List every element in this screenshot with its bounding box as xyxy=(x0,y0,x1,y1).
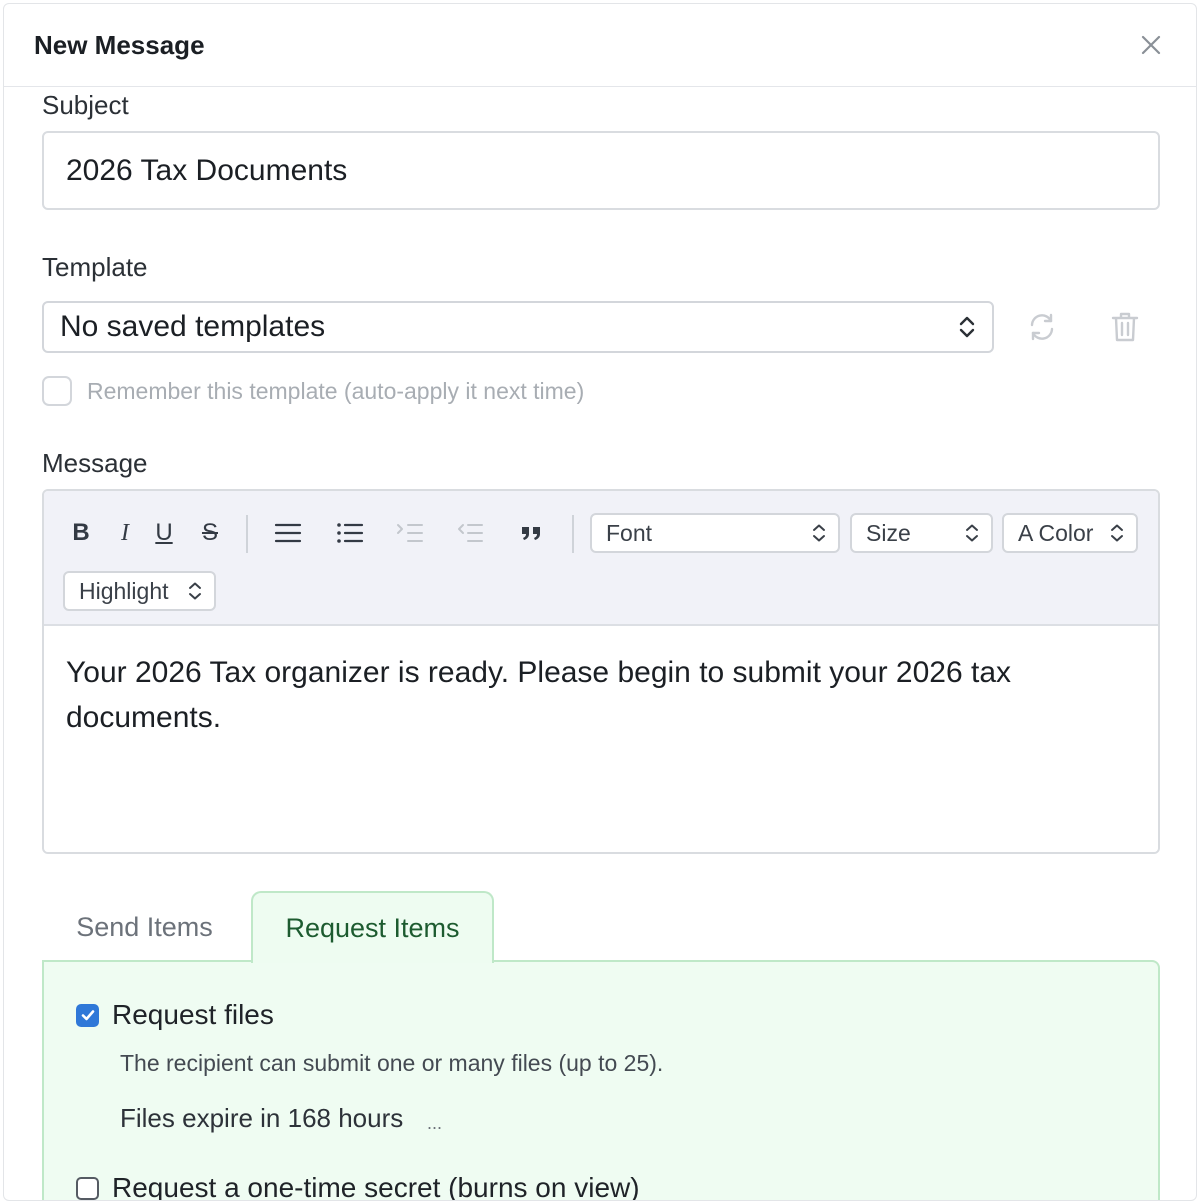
toolbar-divider xyxy=(246,515,248,553)
subject-label: Subject xyxy=(42,90,129,120)
remember-template-label: Remember this template (auto-apply it ne… xyxy=(87,377,585,404)
refresh-icon[interactable] xyxy=(1024,309,1060,345)
request-files-checkbox[interactable] xyxy=(76,1003,99,1027)
font-select-value: Font xyxy=(606,519,653,546)
remember-template-row[interactable]: Remember this template (auto-apply it ne… xyxy=(42,376,584,406)
template-label: Template xyxy=(42,252,148,282)
color-select[interactable]: A Color xyxy=(1002,513,1138,553)
files-expire-text: Files expire in 168 hours xyxy=(120,1103,404,1133)
dialog-header: New Message xyxy=(4,4,1196,87)
remember-template-checkbox[interactable] xyxy=(42,376,72,406)
chevron-updown-icon xyxy=(1111,524,1123,542)
tab-send-items[interactable]: Send Items xyxy=(42,891,247,963)
subject-input[interactable] xyxy=(42,131,1160,210)
chevron-updown-icon xyxy=(189,582,201,600)
message-editor: B I U S Font Size A Color Highlight Your… xyxy=(42,489,1160,854)
request-secret-checkbox[interactable] xyxy=(76,1176,99,1200)
trash-icon[interactable] xyxy=(1107,309,1143,345)
template-select[interactable]: No saved templates xyxy=(42,301,994,353)
dialog-title: New Message xyxy=(34,30,205,60)
new-message-dialog: New Message Subject Template No saved te… xyxy=(3,3,1197,1201)
message-label: Message xyxy=(42,448,148,478)
message-body[interactable]: Your 2026 Tax organizer is ready. Please… xyxy=(44,626,1158,852)
ordered-list-icon[interactable] xyxy=(272,515,304,551)
chevron-updown-icon xyxy=(959,316,975,338)
request-secret-row[interactable]: Request a one-time secret (burns on view… xyxy=(76,1172,640,1201)
toolbar-divider xyxy=(572,515,574,553)
italic-button[interactable]: I xyxy=(112,515,138,551)
strikethrough-button[interactable]: S xyxy=(196,515,224,551)
request-files-row[interactable]: Request files xyxy=(76,999,274,1031)
request-files-label: Request files xyxy=(112,999,274,1030)
more-options-button[interactable]: ... xyxy=(427,1113,442,1134)
editor-toolbar: B I U S Font Size A Color Highlight xyxy=(44,491,1158,626)
highlight-select-value: Highlight xyxy=(79,577,169,604)
checkmark-icon xyxy=(81,1010,94,1021)
quote-icon[interactable] xyxy=(516,515,548,551)
request-items-panel: Request files The recipient can submit o… xyxy=(42,960,1160,1201)
color-select-value: A Color xyxy=(1018,519,1094,546)
chevron-updown-icon xyxy=(966,524,978,542)
bullet-list-icon[interactable] xyxy=(334,515,366,551)
indent-icon[interactable] xyxy=(394,515,426,551)
size-select-value: Size xyxy=(866,519,911,546)
font-select[interactable]: Font xyxy=(590,513,840,553)
size-select[interactable]: Size xyxy=(850,513,993,553)
bold-button[interactable]: B xyxy=(68,515,94,551)
request-files-description: The recipient can submit one or many fil… xyxy=(120,1050,664,1076)
template-selected-value: No saved templates xyxy=(60,310,326,343)
highlight-select[interactable]: Highlight xyxy=(63,571,216,611)
tab-request-items[interactable]: Request Items xyxy=(251,891,494,963)
request-secret-label: Request a one-time secret (burns on view… xyxy=(112,1172,640,1201)
underline-button[interactable]: U xyxy=(150,515,178,551)
outdent-icon[interactable] xyxy=(454,515,486,551)
close-icon[interactable] xyxy=(1136,30,1166,60)
chevron-updown-icon xyxy=(813,524,825,542)
